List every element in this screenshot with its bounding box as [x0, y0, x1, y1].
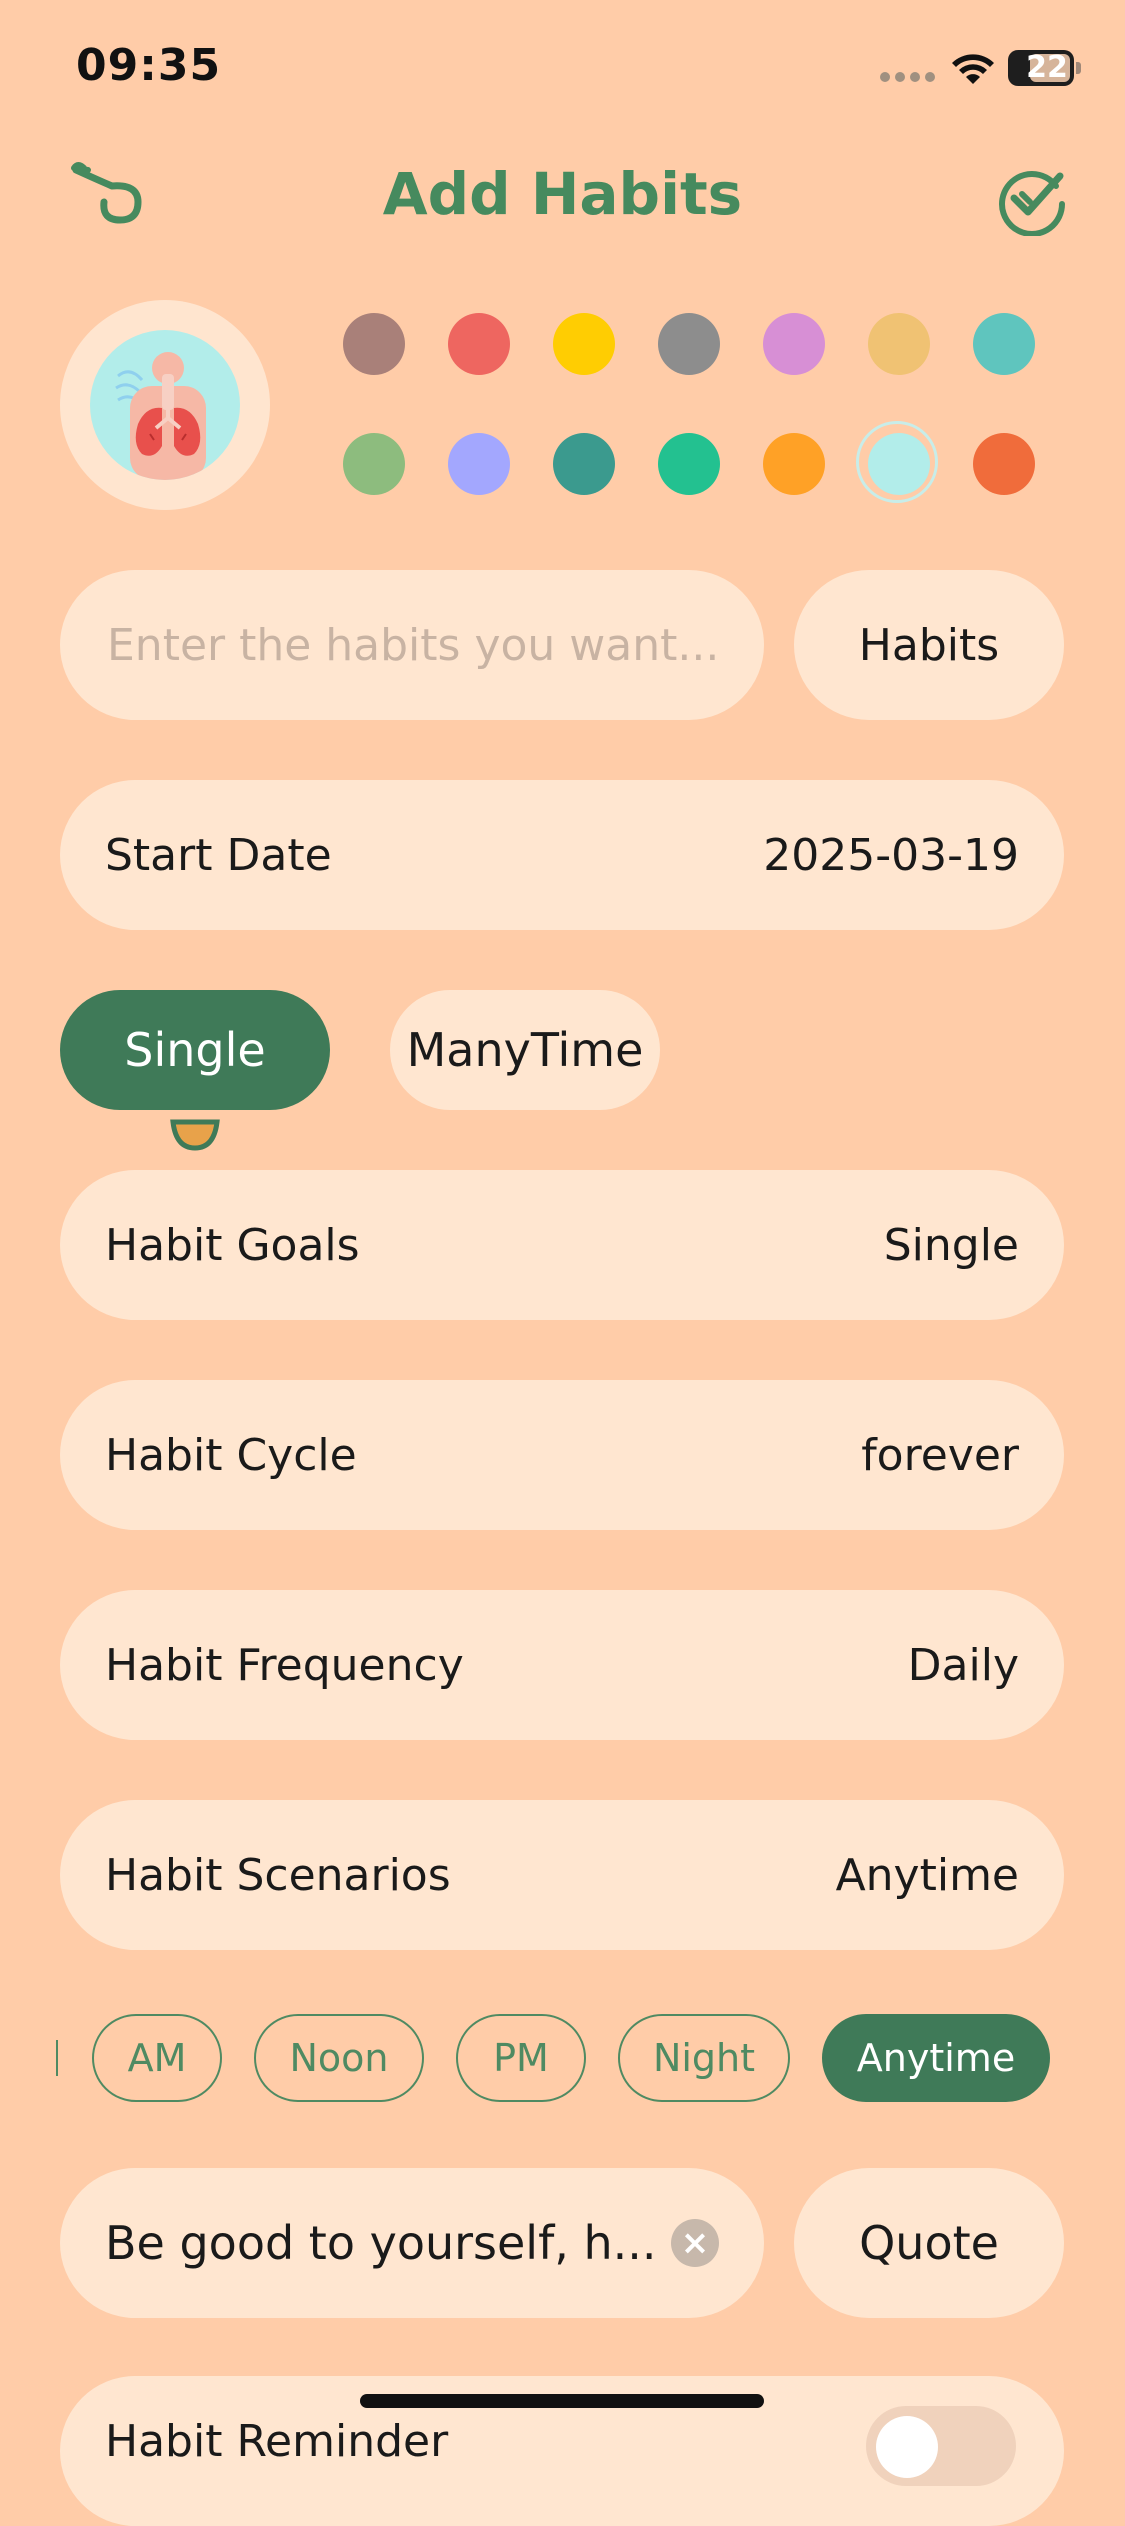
time-chip-night[interactable]: Night	[618, 2014, 790, 2102]
habit-scenarios-label: Habit Scenarios	[105, 1849, 451, 1901]
habit-goals-row[interactable]: Habit Goals Single	[60, 1170, 1064, 1320]
habit-name-input[interactable]	[105, 618, 719, 672]
color-swatch[interactable]	[763, 433, 825, 495]
lungs-icon	[115, 352, 206, 480]
time-chip-am[interactable]: AM	[92, 2014, 222, 2102]
quote-field[interactable]: Be good to yourself, h... ×	[60, 2168, 764, 2318]
habit-cycle-row[interactable]: Habit Cycle forever	[60, 1380, 1064, 1530]
color-swatch[interactable]	[763, 313, 825, 375]
status-time: 09:35	[76, 40, 222, 91]
quote-text[interactable]: Be good to yourself, h...	[105, 2216, 657, 2270]
color-swatch[interactable]	[553, 313, 615, 375]
habits-category-button[interactable]: Habits	[794, 570, 1064, 720]
habit-frequency-value: Daily	[907, 1639, 1019, 1691]
habit-goals-value: Single	[883, 1219, 1019, 1271]
color-swatch[interactable]	[973, 313, 1035, 375]
habit-reminder-label: Habit Reminder	[105, 2416, 449, 2467]
clear-icon[interactable]: ×	[671, 2219, 719, 2267]
time-chip-pm[interactable]: PM	[456, 2014, 586, 2102]
time-chip-anytime[interactable]: Anytime	[822, 2014, 1050, 2102]
home-indicator	[360, 2394, 764, 2408]
color-swatch[interactable]	[658, 433, 720, 495]
habit-scenarios-row[interactable]: Habit Scenarios Anytime	[60, 1800, 1064, 1950]
color-swatch[interactable]	[553, 433, 615, 495]
habit-frequency-label: Habit Frequency	[105, 1639, 464, 1691]
mode-manytime-button[interactable]: ManyTime	[390, 990, 660, 1110]
color-swatch[interactable]	[973, 433, 1035, 495]
habit-cycle-label: Habit Cycle	[105, 1429, 357, 1481]
color-swatch[interactable]	[856, 421, 938, 503]
battery-level: 22	[1026, 50, 1068, 85]
battery-icon: 22	[1008, 50, 1074, 86]
habit-goals-label: Habit Goals	[105, 1219, 360, 1271]
page-title: Add Habits	[382, 160, 743, 228]
color-swatch[interactable]	[448, 313, 510, 375]
time-chip-noon[interactable]: Noon	[254, 2014, 424, 2102]
cellular-signal-icon	[880, 72, 936, 82]
color-swatch[interactable]	[343, 433, 405, 495]
color-swatch[interactable]	[343, 313, 405, 375]
habit-name-field[interactable]	[60, 570, 764, 720]
confirm-check-icon[interactable]	[996, 164, 1068, 236]
habit-cycle-value: forever	[861, 1429, 1019, 1481]
start-date-value: 2025-03-19	[763, 829, 1019, 881]
chip-scroll-edge	[56, 2040, 64, 2076]
color-swatch[interactable]	[868, 313, 930, 375]
habit-scenarios-value: Anytime	[835, 1849, 1019, 1901]
start-date-label: Start Date	[105, 829, 332, 881]
start-date-row[interactable]: Start Date 2025-03-19	[60, 780, 1064, 930]
quote-button[interactable]: Quote	[794, 2168, 1064, 2318]
wifi-icon	[952, 54, 994, 84]
habit-icon-preview	[90, 330, 240, 480]
mode-single-button[interactable]: Single	[60, 990, 330, 1110]
color-swatch[interactable]	[658, 313, 720, 375]
color-swatch[interactable]	[448, 433, 510, 495]
habit-frequency-row[interactable]: Habit Frequency Daily	[60, 1590, 1064, 1740]
selection-pointer-icon	[170, 1119, 220, 1151]
battery-tip	[1076, 62, 1081, 74]
reminder-toggle-knob	[876, 2416, 938, 2478]
